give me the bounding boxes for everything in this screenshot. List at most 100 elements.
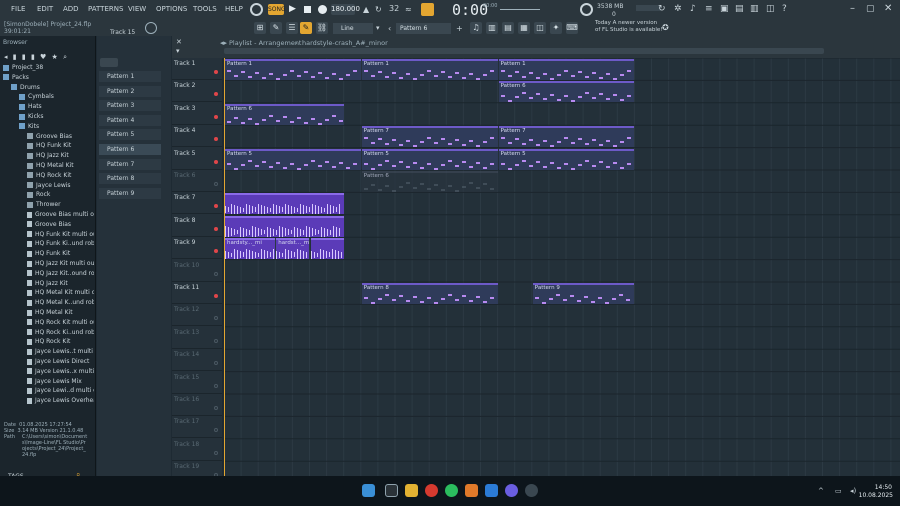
arrow-icon[interactable]: ◂▸ [220,39,227,47]
maximize-icon[interactable]: ▢ [866,4,875,14]
playlist-view-icon[interactable]: ▤ [502,22,514,34]
track-mute-led[interactable] [214,249,218,254]
playlist-clip[interactable]: Pattern 7 [498,126,635,148]
menu-file[interactable]: FILE [11,5,25,13]
browser-item[interactable]: HQ Funk Kit [0,142,94,152]
mixer-icon[interactable]: ≡ [705,4,713,14]
update-icon[interactable]: ✪ [662,23,669,32]
export-icon[interactable]: ▤ [735,4,744,14]
blend-notes-icon[interactable] [421,3,434,16]
paint-icon[interactable]: ☰ [286,22,298,34]
browser-item[interactable]: HQ Jazz Kit multi out [0,260,94,270]
pattern-item[interactable]: Pattern 8 [99,173,161,185]
track-header[interactable]: Track 14 [172,349,222,372]
track-header[interactable]: Track 5 [172,148,222,170]
channel-rack-icon[interactable]: ▦ [518,22,530,34]
microphone-icon[interactable]: ♪ [690,4,696,14]
browser-item[interactable]: HQ Jazz Kit [0,280,94,290]
draw-icon[interactable]: ✎ [270,22,282,34]
pattern-item[interactable]: Pattern 6 [99,144,161,155]
pattern-prev-icon[interactable]: ‹ [388,24,391,33]
browser-item[interactable]: HQ Metal K..und robin [0,299,94,309]
countdown-icon[interactable]: ↻ [375,5,382,14]
track-header[interactable]: Track 16 [172,394,222,416]
search-taskbar-icon[interactable] [385,484,398,497]
pattern-item[interactable]: Pattern 3 [99,100,161,112]
track-mute-led[interactable] [214,226,218,231]
browser-item[interactable]: HQ Rock Kit [0,172,94,182]
browser-item[interactable]: Jayce Lewis Direct [0,358,94,368]
snap-icon[interactable]: ⊞ [254,22,266,34]
playlist-clip[interactable]: Pattern 6 [498,81,635,103]
step-edit-icon[interactable]: 32 [389,4,399,13]
track-mute-led[interactable] [214,92,218,97]
track-header[interactable]: Track 9 [172,237,222,260]
playhead[interactable] [224,58,225,476]
tray-chevron-icon[interactable]: ^ [818,487,824,495]
track-header[interactable]: Track 4 [172,125,222,148]
horizontal-scrollbar[interactable] [224,48,824,54]
browser-item[interactable]: HQ Rock Ki..und robin [0,329,94,339]
fl-studio-icon[interactable] [525,484,538,497]
playlist-clip[interactable]: Pattern 1 [361,59,498,80]
pencil-icon[interactable]: ✎ [300,22,312,34]
menu-view[interactable]: VIEW [128,5,146,13]
picker-toggle[interactable] [100,58,118,67]
browser-item[interactable]: HQ Metal Kit multi out [0,289,94,299]
close-icon[interactable]: ✕ [884,3,892,14]
playlist-clip[interactable]: Pattern 9 [532,283,635,304]
browser-item[interactable]: Jayce Lewi..d multi out [0,387,94,397]
browser-item[interactable]: Rock [0,191,94,201]
brave-icon[interactable] [465,484,478,497]
close-playlist-icon[interactable]: ✕ [176,38,182,46]
track-mute-led[interactable] [214,204,218,209]
track-mute-led[interactable] [214,338,218,343]
track-mute-led[interactable] [214,159,218,164]
star-icon[interactable]: ★ [52,53,58,61]
browser-item[interactable]: Jayce Lewis Mix [0,378,94,388]
track-mute-led[interactable] [214,316,218,321]
browser-item[interactable]: Hats [0,103,94,113]
network-icon[interactable]: ▭ [835,487,842,495]
track-mute-led[interactable] [214,70,218,74]
refresh-icon[interactable]: ↻ [658,4,666,14]
playlist-clip[interactable] [310,238,344,260]
track-mute-led[interactable] [214,294,218,298]
record-icon[interactable] [318,5,327,14]
playlist-clip[interactable]: Pattern 7 [361,126,498,148]
browser-item[interactable]: HQ Rock Kit [0,338,94,348]
menu-edit[interactable]: EDIT [37,5,53,13]
playlist-clip[interactable] [225,193,344,215]
browser-item[interactable]: Groove Bias [0,133,94,143]
menu-add[interactable]: ADD [63,5,79,13]
browser-item[interactable]: HQ Jazz Kit..ound robin [0,270,94,280]
track-mute-led[interactable] [214,428,218,433]
master-pitch-slider[interactable] [500,9,540,10]
browser-item[interactable]: HQ Funk Kit [0,250,94,260]
playlist-grid[interactable]: Pattern 1 Pattern 1 Pattern 1 Pattern 6 Patt… [224,58,900,476]
menu-patterns[interactable]: PATTERNS [88,5,123,13]
vscode-icon[interactable] [485,484,498,497]
metronome-icon[interactable]: ▲ [363,5,369,14]
track-header[interactable]: Track 18 [172,439,222,461]
pattern-item[interactable]: Pattern 1 [99,71,161,82]
touch-keyboard-icon[interactable]: ⌨ [566,22,578,34]
playlist-clip[interactable]: Pattern 5 [225,148,361,170]
arrangement-name[interactable]: hardstyle-crash_A#_minor [302,39,388,47]
browser-item[interactable]: Cymbals [0,93,94,103]
track-header[interactable]: Track 12 [172,304,222,327]
track-mute-led[interactable] [214,361,218,366]
track-mute-led[interactable] [214,182,218,186]
browser-item[interactable]: HQ Jazz Kit [0,152,94,162]
plugin-picker-icon[interactable]: ✦ [550,22,562,34]
track-header[interactable]: Track 8 [172,215,222,237]
help-icon[interactable]: ? [782,4,787,14]
plugin-icon[interactable]: ◫ [766,4,775,14]
browser-item[interactable]: Drums [0,84,94,94]
file-explorer-icon[interactable] [405,484,418,497]
browser-item[interactable]: Project_38 [0,64,94,74]
browser-item[interactable]: HQ Rock Kit multi out [0,319,94,329]
browser-item[interactable]: Groove Bias [0,221,94,231]
tempo-display[interactable]: 180.000 [331,4,360,15]
track-mute-led[interactable] [214,383,218,388]
